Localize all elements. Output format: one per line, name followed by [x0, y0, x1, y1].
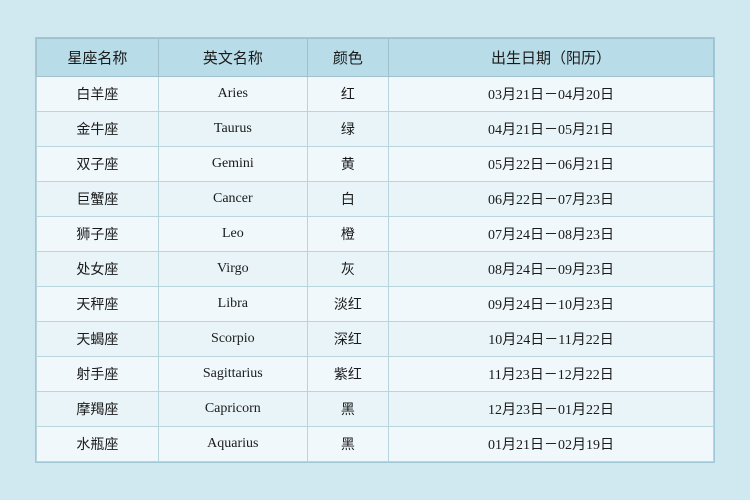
cell-zh: 天蝎座 [37, 322, 159, 357]
table-row: 双子座Gemini黄05月22日－06月21日 [37, 147, 714, 182]
cell-color: 紫红 [307, 357, 388, 392]
cell-date: 11月23日－12月22日 [389, 357, 714, 392]
cell-date: 12月23日－01月22日 [389, 392, 714, 427]
table-row: 狮子座Leo橙07月24日－08月23日 [37, 217, 714, 252]
cell-color: 黑 [307, 427, 388, 462]
table-header-row: 星座名称 英文名称 颜色 出生日期（阳历） [37, 39, 714, 77]
table-row: 白羊座Aries红03月21日－04月20日 [37, 77, 714, 112]
cell-zh: 天秤座 [37, 287, 159, 322]
cell-date: 01月21日－02月19日 [389, 427, 714, 462]
header-date: 出生日期（阳历） [389, 39, 714, 77]
cell-zh: 摩羯座 [37, 392, 159, 427]
header-zh: 星座名称 [37, 39, 159, 77]
cell-zh: 狮子座 [37, 217, 159, 252]
cell-zh: 处女座 [37, 252, 159, 287]
cell-color: 深红 [307, 322, 388, 357]
cell-zh: 水瓶座 [37, 427, 159, 462]
zodiac-table: 星座名称 英文名称 颜色 出生日期（阳历） 白羊座Aries红03月21日－04… [36, 38, 714, 462]
header-en: 英文名称 [158, 39, 307, 77]
table-row: 水瓶座Aquarius黑01月21日－02月19日 [37, 427, 714, 462]
table-row: 巨蟹座Cancer白06月22日－07月23日 [37, 182, 714, 217]
cell-date: 09月24日－10月23日 [389, 287, 714, 322]
cell-color: 灰 [307, 252, 388, 287]
cell-en: Aries [158, 77, 307, 112]
table-row: 射手座Sagittarius紫红11月23日－12月22日 [37, 357, 714, 392]
cell-date: 10月24日－11月22日 [389, 322, 714, 357]
cell-color: 淡红 [307, 287, 388, 322]
cell-en: Capricorn [158, 392, 307, 427]
cell-color: 绿 [307, 112, 388, 147]
cell-zh: 射手座 [37, 357, 159, 392]
table-row: 摩羯座Capricorn黑12月23日－01月22日 [37, 392, 714, 427]
cell-color: 黑 [307, 392, 388, 427]
cell-color: 黄 [307, 147, 388, 182]
table-row: 天秤座Libra淡红09月24日－10月23日 [37, 287, 714, 322]
table-row: 处女座Virgo灰08月24日－09月23日 [37, 252, 714, 287]
cell-en: Gemini [158, 147, 307, 182]
cell-zh: 巨蟹座 [37, 182, 159, 217]
cell-date: 08月24日－09月23日 [389, 252, 714, 287]
cell-date: 07月24日－08月23日 [389, 217, 714, 252]
header-color: 颜色 [307, 39, 388, 77]
cell-en: Leo [158, 217, 307, 252]
cell-zh: 金牛座 [37, 112, 159, 147]
zodiac-table-container: 星座名称 英文名称 颜色 出生日期（阳历） 白羊座Aries红03月21日－04… [35, 37, 715, 463]
cell-zh: 白羊座 [37, 77, 159, 112]
cell-en: Cancer [158, 182, 307, 217]
cell-date: 04月21日－05月21日 [389, 112, 714, 147]
cell-en: Sagittarius [158, 357, 307, 392]
cell-date: 05月22日－06月21日 [389, 147, 714, 182]
cell-en: Libra [158, 287, 307, 322]
table-row: 金牛座Taurus绿04月21日－05月21日 [37, 112, 714, 147]
cell-zh: 双子座 [37, 147, 159, 182]
cell-date: 06月22日－07月23日 [389, 182, 714, 217]
cell-color: 橙 [307, 217, 388, 252]
cell-en: Aquarius [158, 427, 307, 462]
table-row: 天蝎座Scorpio深红10月24日－11月22日 [37, 322, 714, 357]
cell-en: Virgo [158, 252, 307, 287]
cell-color: 白 [307, 182, 388, 217]
cell-en: Scorpio [158, 322, 307, 357]
cell-en: Taurus [158, 112, 307, 147]
cell-color: 红 [307, 77, 388, 112]
cell-date: 03月21日－04月20日 [389, 77, 714, 112]
